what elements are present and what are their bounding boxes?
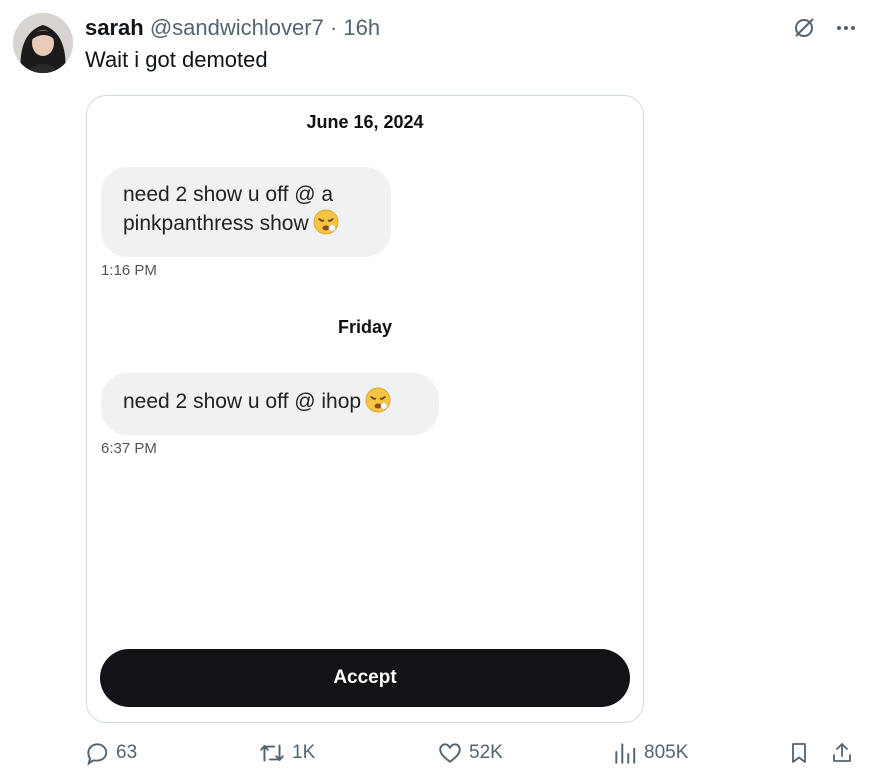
repost-button[interactable]: 1K (258, 740, 315, 766)
share-button[interactable] (830, 740, 854, 766)
like-button[interactable]: 52K (437, 740, 503, 766)
message-timestamp: 1:16 PM (101, 262, 157, 279)
bookmark-icon (792, 743, 806, 763)
grok-icon[interactable] (790, 14, 818, 42)
views-icon (615, 743, 636, 764)
message-timestamp: 6:37 PM (101, 440, 157, 457)
avatar-photo (13, 13, 73, 73)
accept-button: Accept (100, 649, 630, 707)
bookmark-button[interactable] (787, 740, 811, 766)
message-text: need 2 show u off @ ihop (123, 390, 362, 413)
date-header: Friday (337, 317, 393, 337)
tweet-header: sarah @sandwichlover7 · 16h (85, 14, 380, 42)
tweet-top-actions (790, 14, 860, 42)
reply-count: 63 (116, 742, 138, 763)
tweet-media-image[interactable]: June 16, 2024 need 2 show u off @ a pink… (86, 95, 644, 723)
views-button[interactable]: 805K (612, 740, 688, 766)
repost-icon (260, 744, 284, 762)
tired-face-emoji (313, 209, 339, 243)
date-header: June 16, 2024 (306, 112, 424, 132)
author-name[interactable]: sarah (85, 15, 144, 40)
message-bubble: need 2 show u off @ a pinkpanthress show (101, 167, 391, 257)
separator: · (329, 15, 338, 40)
message-bubble: need 2 show u off @ ihop (101, 373, 439, 435)
views-count: 805K (644, 742, 689, 763)
like-icon (439, 743, 461, 763)
tired-face-emoji (365, 387, 391, 421)
repost-count: 1K (292, 742, 316, 763)
avatar[interactable] (13, 13, 73, 73)
author-handle[interactable]: @sandwichlover7 (150, 15, 324, 40)
message-line: pinkpanthress show (123, 212, 309, 235)
reply-icon (87, 743, 108, 766)
tweet-action-bar: 63 1K 52K 805K (84, 740, 864, 770)
tweet-text: Wait i got demoted (85, 47, 268, 72)
reply-button[interactable]: 63 (84, 740, 137, 766)
tweet-time[interactable]: 16h (343, 15, 380, 40)
like-count: 52K (469, 742, 503, 763)
more-icon[interactable] (832, 14, 860, 42)
share-icon (833, 743, 851, 762)
message-line: need 2 show u off @ a (123, 183, 334, 206)
